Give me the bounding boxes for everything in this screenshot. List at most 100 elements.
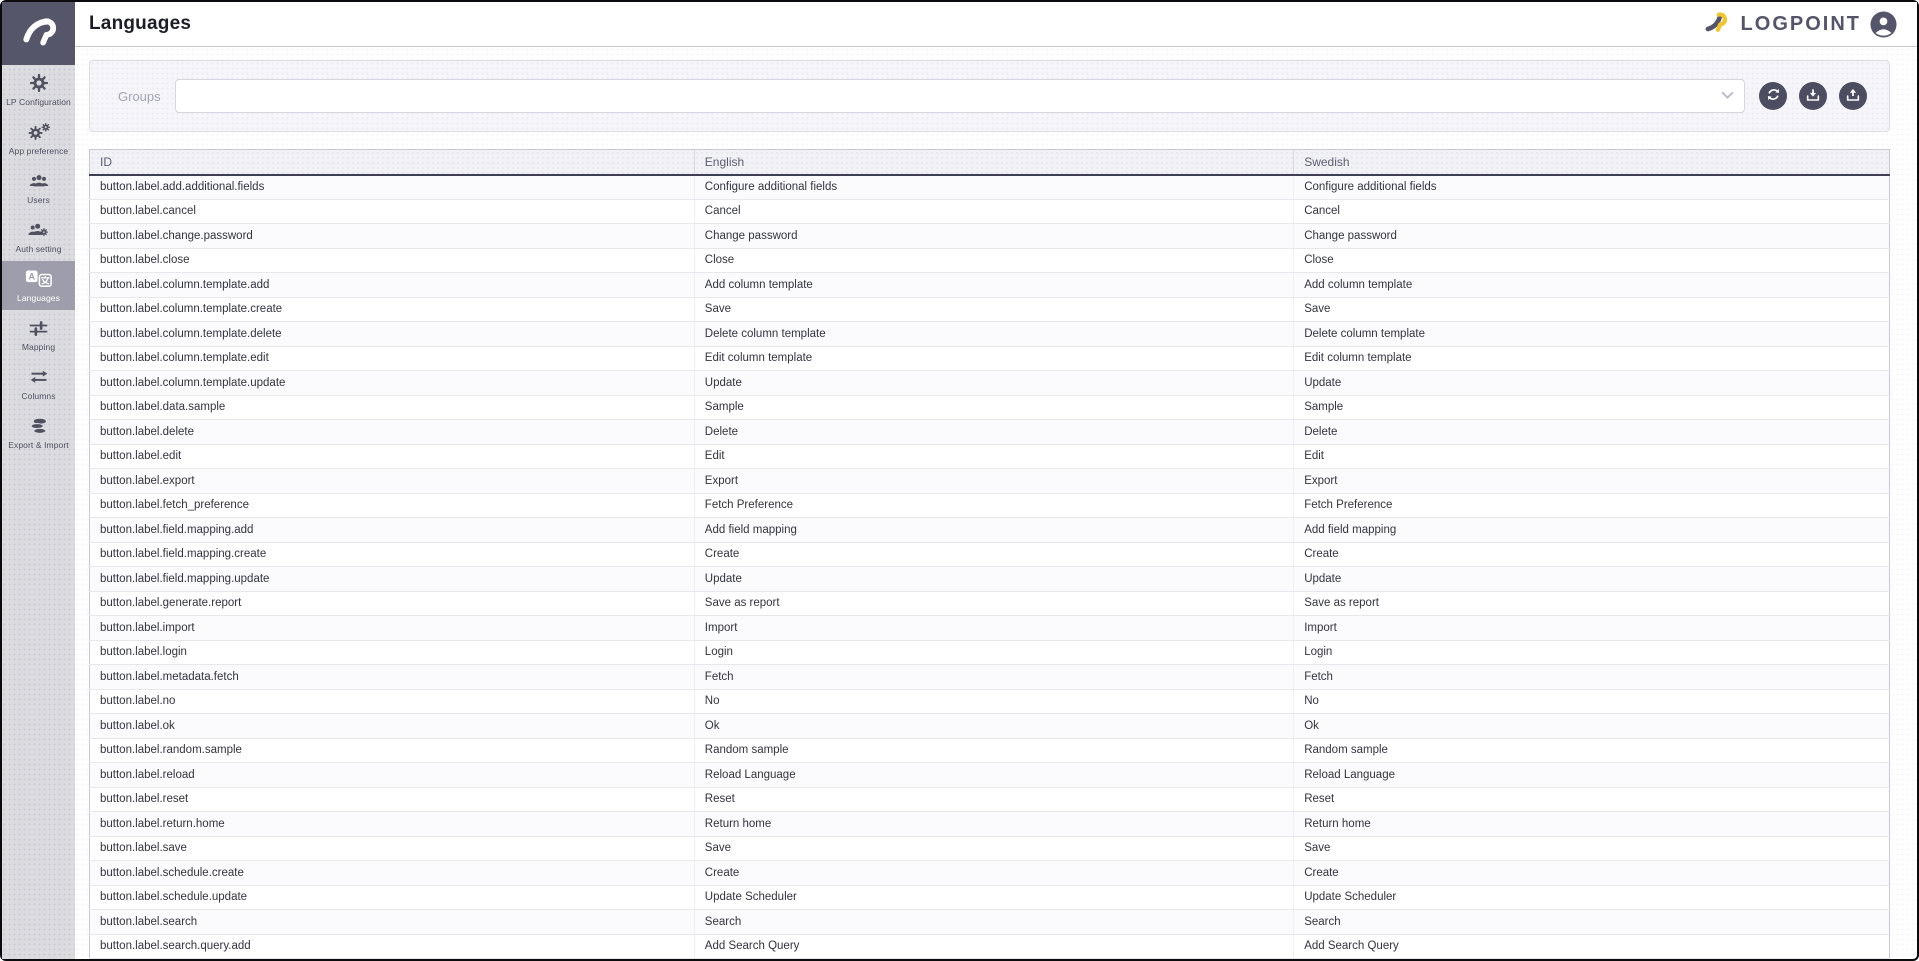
sidebar-item-lp-configuration[interactable]: LP Configuration	[2, 65, 75, 114]
table-row[interactable]: button.label.ok Ok Ok	[90, 714, 1890, 739]
cell-swedish: Random sample	[1294, 738, 1890, 763]
cell-english: Delete column template	[694, 322, 1293, 347]
svg-text:A: A	[29, 272, 36, 282]
table-row[interactable]: button.label.field.mapping.update Update…	[90, 567, 1890, 592]
table-row[interactable]: button.label.generate.report Save as rep…	[90, 591, 1890, 616]
sidebar-item-export-import[interactable]: Export & Import	[2, 408, 75, 457]
cell-english: Return home	[694, 812, 1293, 837]
cell-swedish: Add column template	[1294, 273, 1890, 298]
reload-languages-button[interactable]	[1759, 82, 1787, 110]
cell-english: Edit column template	[694, 346, 1293, 371]
cell-swedish: Change password	[1294, 224, 1890, 249]
table-row[interactable]: button.label.login Login Login	[90, 640, 1890, 665]
cell-swedish: Update Scheduler	[1294, 885, 1890, 910]
database-icon	[28, 415, 49, 437]
table-row[interactable]: button.label.no No No	[90, 689, 1890, 714]
table-row[interactable]: button.label.schedule.create Create Crea…	[90, 861, 1890, 886]
table-row[interactable]: button.label.metadata.fetch Fetch Fetch	[90, 665, 1890, 690]
cell-id: button.label.return.home	[90, 812, 695, 837]
cell-english: Close	[694, 248, 1293, 273]
table-row[interactable]: button.label.search Search Search	[90, 910, 1890, 935]
table-row[interactable]: button.label.column.template.add Add col…	[90, 273, 1890, 298]
table-row[interactable]: button.label.random.sample Random sample…	[90, 738, 1890, 763]
table-row[interactable]: button.label.search.query.add Add Search…	[90, 934, 1890, 959]
table-row[interactable]: button.label.change.password Change pass…	[90, 224, 1890, 249]
table-row[interactable]: button.label.column.template.delete Dele…	[90, 322, 1890, 347]
table-row[interactable]: button.label.data.sample Sample Sample	[90, 395, 1890, 420]
sidebar-item-languages[interactable]: A Languages	[2, 261, 75, 310]
import-upload-button[interactable]	[1839, 82, 1867, 110]
cell-id: button.label.schedule.create	[90, 861, 695, 886]
sidebar-item-label: Export & Import	[8, 440, 69, 450]
table-row[interactable]: button.label.close Close Close	[90, 248, 1890, 273]
sidebar-item-label: Mapping	[22, 342, 55, 352]
table-row[interactable]: button.label.save Save Save	[90, 836, 1890, 861]
cell-swedish: Import	[1294, 616, 1890, 641]
topbar: Languages LOGPOINT	[75, 2, 1917, 47]
table-row[interactable]: button.label.reload Reload Language Relo…	[90, 763, 1890, 788]
table-row[interactable]: button.label.export Export Export	[90, 469, 1890, 494]
table-header-row: ID English Swedish	[90, 150, 1890, 175]
cell-swedish: Add Search Query	[1294, 934, 1890, 959]
cell-id: button.label.close	[90, 248, 695, 273]
cell-swedish: No	[1294, 689, 1890, 714]
cell-english: Reset	[694, 787, 1293, 812]
cell-english: Save	[694, 297, 1293, 322]
user-avatar[interactable]	[1870, 11, 1897, 38]
groups-select[interactable]	[175, 79, 1745, 113]
cell-english: Export	[694, 469, 1293, 494]
table-row[interactable]: button.label.column.template.update Upda…	[90, 371, 1890, 396]
table-row[interactable]: button.label.fetch_preference Fetch Pref…	[90, 493, 1890, 518]
logpoint-sidebar-logo[interactable]	[2, 2, 75, 65]
cell-swedish: Create	[1294, 542, 1890, 567]
table-row[interactable]: button.label.column.template.create Save…	[90, 297, 1890, 322]
table-row[interactable]: button.label.cancel Cancel Cancel	[90, 199, 1890, 224]
table-row[interactable]: button.label.reset Reset Reset	[90, 787, 1890, 812]
cell-english: Configure additional fields	[694, 175, 1293, 200]
table-row[interactable]: button.label.field.mapping.add Add field…	[90, 518, 1890, 543]
sidebar-item-mapping[interactable]: Mapping	[2, 310, 75, 359]
cell-english: Update Scheduler	[694, 885, 1293, 910]
column-header-english[interactable]: English	[694, 150, 1293, 175]
cell-english: Update	[694, 567, 1293, 592]
upload-icon	[1845, 87, 1861, 106]
table-row[interactable]: button.label.add.additional.fields Confi…	[90, 175, 1890, 200]
cell-id: button.label.column.template.create	[90, 297, 695, 322]
cell-id: button.label.data.sample	[90, 395, 695, 420]
table-row[interactable]: button.label.return.home Return home Ret…	[90, 812, 1890, 837]
cell-swedish: Fetch	[1294, 665, 1890, 690]
table-row[interactable]: button.label.edit Edit Edit	[90, 444, 1890, 469]
cell-id: button.label.import	[90, 616, 695, 641]
sidebar-item-users[interactable]: Users	[2, 163, 75, 212]
table-row[interactable]: button.label.schedule.update Update Sche…	[90, 885, 1890, 910]
table-row[interactable]: button.label.column.template.edit Edit c…	[90, 346, 1890, 371]
cell-swedish: Create	[1294, 861, 1890, 886]
cell-id: button.label.export	[90, 469, 695, 494]
sidebar-item-label: LP Configuration	[6, 97, 71, 107]
groups-panel: Groups	[89, 60, 1890, 132]
sidebar-item-label: Columns	[21, 391, 55, 401]
cell-english: Delete	[694, 420, 1293, 445]
chevron-down-icon	[1721, 87, 1734, 105]
export-download-button[interactable]	[1799, 82, 1827, 110]
cell-swedish: Ok	[1294, 714, 1890, 739]
table-row[interactable]: button.label.delete Delete Delete	[90, 420, 1890, 445]
sidebar-item-columns[interactable]: Columns	[2, 359, 75, 408]
cell-english: Import	[694, 616, 1293, 641]
sidebar-item-app-preference[interactable]: App preference	[2, 114, 75, 163]
users-icon	[28, 170, 50, 192]
cell-id: button.label.random.sample	[90, 738, 695, 763]
table-row[interactable]: button.label.field.mapping.create Create…	[90, 542, 1890, 567]
sidebar-item-label: Auth setting	[15, 244, 61, 254]
sidebar-item-auth-setting[interactable]: Auth setting	[2, 212, 75, 261]
sidebar-item-label: Languages	[17, 293, 60, 303]
cell-id: button.label.search	[90, 910, 695, 935]
cell-swedish: Cancel	[1294, 199, 1890, 224]
cell-swedish: Reset	[1294, 787, 1890, 812]
column-header-swedish[interactable]: Swedish	[1294, 150, 1890, 175]
cell-swedish: Configure additional fields	[1294, 175, 1890, 200]
table-row[interactable]: button.label.import Import Import	[90, 616, 1890, 641]
column-header-id[interactable]: ID	[90, 150, 695, 175]
refresh-icon	[1765, 86, 1782, 106]
cell-id: button.label.change.password	[90, 224, 695, 249]
